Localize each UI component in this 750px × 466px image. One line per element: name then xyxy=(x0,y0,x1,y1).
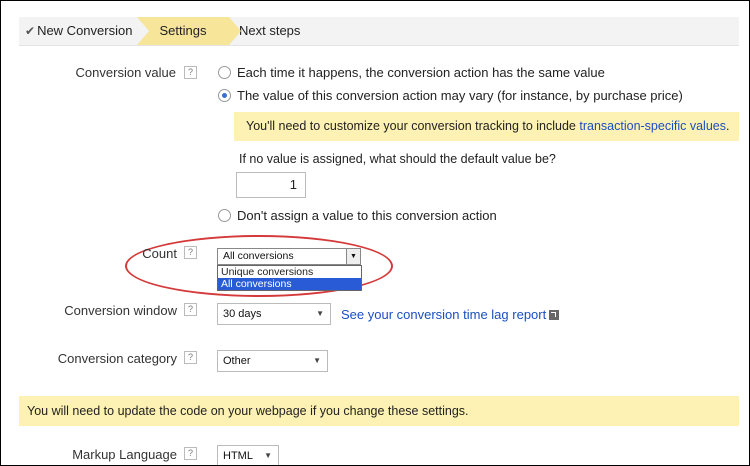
radio-no-value[interactable] xyxy=(218,209,231,222)
help-icon[interactable]: ? xyxy=(184,351,197,364)
step-divider xyxy=(229,17,241,45)
markup-language-value: HTML xyxy=(223,450,253,462)
step-divider xyxy=(137,17,149,45)
count-selected-value: All conversions xyxy=(223,250,294,262)
conversion-window-label: Conversion window xyxy=(64,303,177,318)
step-next-steps[interactable]: Next steps xyxy=(239,17,300,45)
step-label: Next steps xyxy=(239,23,301,38)
radio-same-value[interactable] xyxy=(218,66,231,79)
conversion-window-select[interactable]: 30 days ▼ xyxy=(217,303,331,325)
conversion-window-value: 30 days xyxy=(223,308,262,320)
external-link-icon xyxy=(549,310,560,320)
markup-language-select[interactable]: HTML ▼ xyxy=(217,445,279,465)
settings-frame: ✔ New Conversion Settings Next steps Conv… xyxy=(0,0,750,466)
help-icon[interactable]: ? xyxy=(184,246,197,259)
option-all-conversions[interactable]: All conversions xyxy=(218,278,361,290)
option-unique-conversions[interactable]: Unique conversions xyxy=(218,266,361,278)
tracking-notice-end: . xyxy=(725,119,730,133)
count-dropdown: Unique conversions All conversions xyxy=(217,265,362,291)
radio-value-varies[interactable] xyxy=(218,89,231,102)
default-value-question: If no value is assigned, what should the… xyxy=(239,152,556,166)
step-label: Settings xyxy=(159,23,207,38)
chevron-down-icon: ▼ xyxy=(316,309,324,318)
chevron-down-icon: ▼ xyxy=(313,356,321,365)
conversion-category-value: Other xyxy=(223,355,251,367)
step-divider xyxy=(319,17,331,45)
default-value-input[interactable]: 1 xyxy=(236,172,306,198)
check-icon: ✔ xyxy=(25,24,36,38)
wizard-steps: ✔ New Conversion Settings Next steps xyxy=(19,17,739,46)
help-icon[interactable]: ? xyxy=(184,66,197,79)
count-label: Count xyxy=(142,246,177,261)
step-label: New Conversion xyxy=(37,23,133,38)
radio-value-varies-label: The value of this conversion action may … xyxy=(237,88,683,103)
tracking-notice: You'll need to customize your conversion… xyxy=(234,112,739,141)
time-lag-report-link[interactable]: See your conversion time lag report xyxy=(341,307,560,322)
chevron-down-icon: ▼ xyxy=(264,451,272,460)
help-icon[interactable]: ? xyxy=(184,303,197,316)
markup-language-label: Markup Language xyxy=(72,447,177,462)
help-icon[interactable]: ? xyxy=(184,447,197,460)
step-settings[interactable]: Settings xyxy=(137,17,229,45)
time-lag-report-link-text: See your conversion time lag report xyxy=(341,307,547,322)
conversion-value-label: Conversion value xyxy=(75,65,176,80)
tracking-notice-text: You'll need to customize your conversion… xyxy=(246,119,580,133)
radio-no-value-label: Don't assign a value to this conversion … xyxy=(237,208,497,223)
step-new-conversion[interactable]: ✔ New Conversion xyxy=(19,17,132,45)
conversion-category-select[interactable]: Other ▼ xyxy=(217,350,328,372)
transaction-values-link[interactable]: transaction-specific values xyxy=(579,119,726,133)
conversion-category-label: Conversion category xyxy=(57,351,177,366)
radio-same-value-label: Each time it happens, the conversion act… xyxy=(237,65,605,80)
count-select[interactable]: All conversions ▼ xyxy=(217,248,361,265)
update-code-notice: You will need to update the code on your… xyxy=(19,396,739,426)
chevron-down-icon[interactable]: ▼ xyxy=(346,249,360,264)
